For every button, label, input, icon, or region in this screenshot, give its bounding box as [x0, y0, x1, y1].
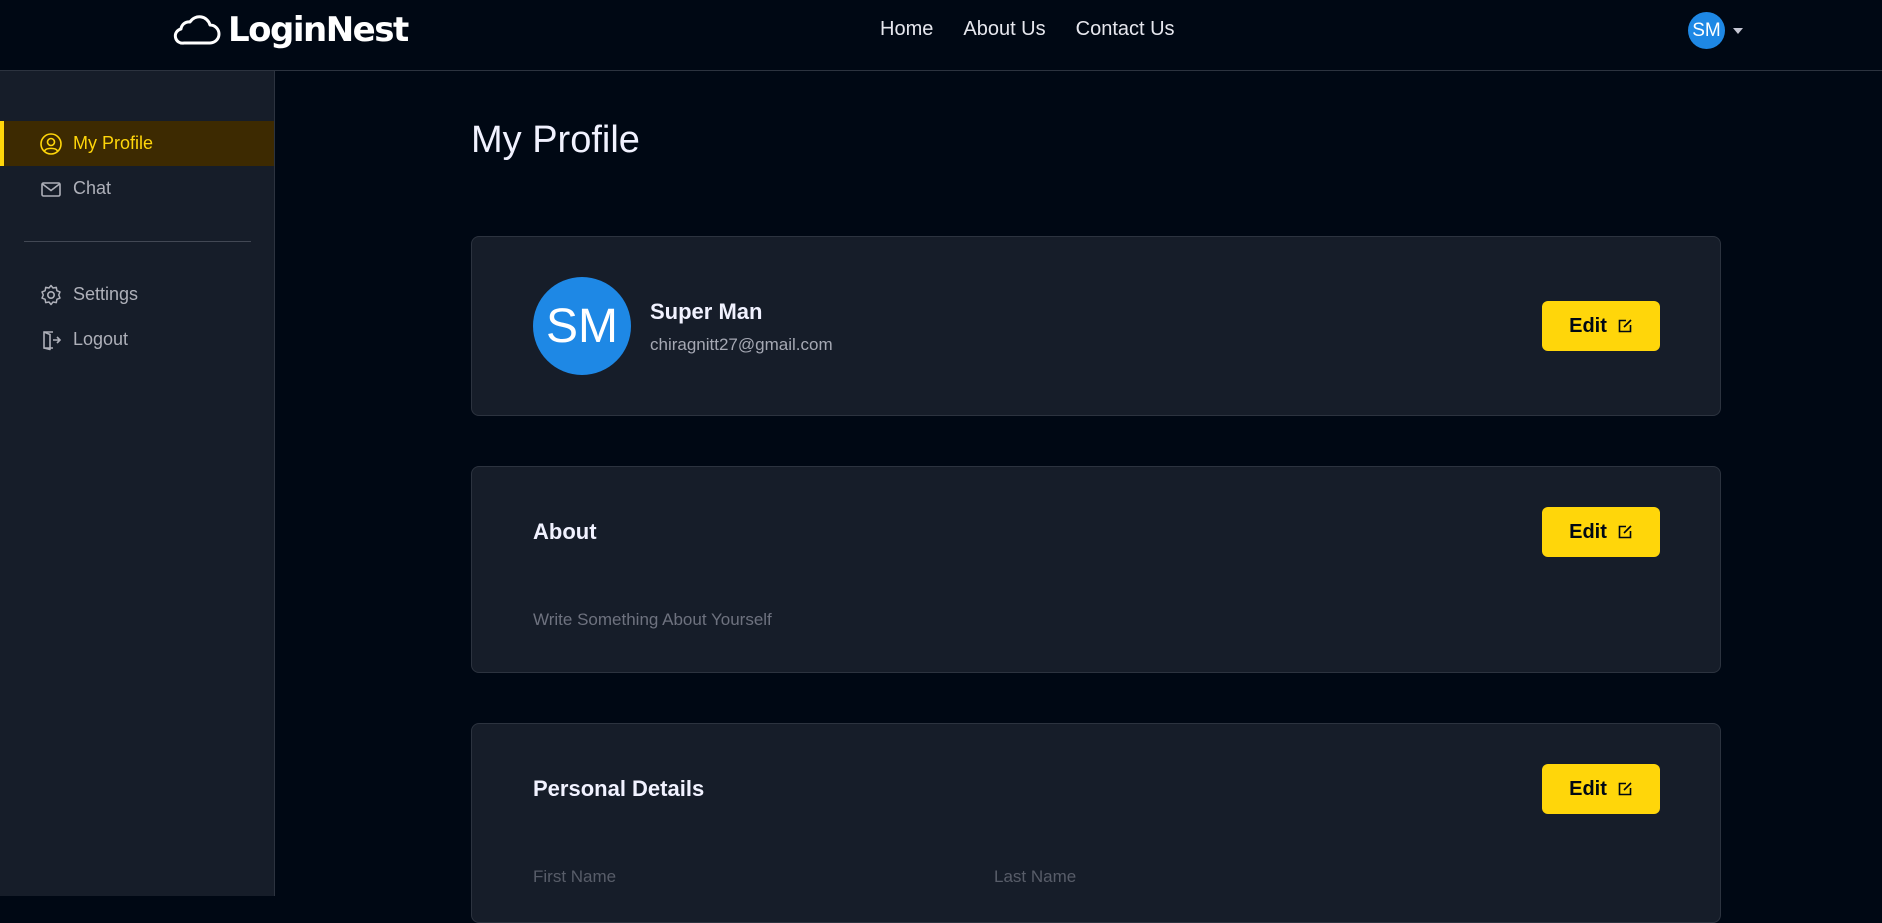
edit-icon — [1618, 782, 1632, 796]
profile-email: chiragnitt27@gmail.com — [650, 335, 833, 354]
edit-profile-button[interactable]: Edit — [1542, 301, 1660, 351]
top-navbar: LoginNest Home About Us Contact Us SM — [0, 0, 1882, 71]
main-nav: Home About Us Contact Us — [880, 18, 1175, 41]
avatar[interactable]: SM — [1688, 12, 1725, 49]
page-title: My Profile — [471, 119, 640, 161]
profile-name: Super Man — [650, 299, 763, 324]
sidebar-item-my-profile[interactable]: My Profile — [0, 121, 274, 166]
sidebar-divider — [24, 241, 251, 242]
edit-about-button[interactable]: Edit — [1542, 507, 1660, 557]
mail-icon — [41, 181, 61, 197]
nav-contact-link[interactable]: Contact Us — [1076, 18, 1175, 41]
edit-button-label: Edit — [1569, 777, 1607, 800]
user-menu[interactable]: SM — [1688, 12, 1745, 49]
user-circle-icon — [40, 132, 62, 155]
sidebar-item-logout[interactable]: Logout — [0, 317, 274, 362]
edit-icon — [1618, 525, 1632, 539]
sidebar-item-label: Logout — [73, 329, 129, 349]
brand-name: LoginNest — [228, 10, 409, 50]
about-card: About Edit Write Something About Yoursel… — [471, 466, 1721, 673]
sidebar-item-chat[interactable]: Chat — [0, 166, 274, 211]
about-text: Write Something About Yourself — [533, 610, 772, 629]
nav-home-link[interactable]: Home — [880, 18, 933, 41]
caret-down-icon[interactable] — [1731, 24, 1745, 38]
sidebar-item-label: Settings — [73, 284, 139, 304]
last-name-label: Last Name — [994, 867, 1077, 886]
logo[interactable]: LoginNest — [172, 8, 409, 52]
profile-card: SM Super Man chiragnitt27@gmail.com Edit — [471, 236, 1721, 416]
nav-about-link[interactable]: About Us — [963, 18, 1045, 41]
personal-details-title: Personal Details — [533, 776, 705, 801]
first-name-label: First Name — [533, 867, 617, 886]
sidebar-item-settings[interactable]: Settings — [0, 272, 274, 317]
cloud-icon — [173, 15, 221, 45]
edit-icon — [1618, 319, 1632, 333]
profile-avatar: SM — [533, 277, 631, 375]
sidebar-item-label: Chat — [73, 178, 112, 198]
edit-button-label: Edit — [1569, 520, 1607, 543]
about-title: About — [533, 519, 597, 544]
logout-icon — [43, 330, 62, 350]
edit-button-label: Edit — [1569, 314, 1607, 337]
personal-details-card: Personal Details Edit First Name Last Na… — [471, 723, 1721, 923]
gear-icon — [41, 284, 61, 305]
sidebar-item-label: My Profile — [73, 133, 154, 153]
sidebar: My Profile Chat Settings Logout — [0, 71, 275, 896]
edit-personal-details-button[interactable]: Edit — [1542, 764, 1660, 814]
